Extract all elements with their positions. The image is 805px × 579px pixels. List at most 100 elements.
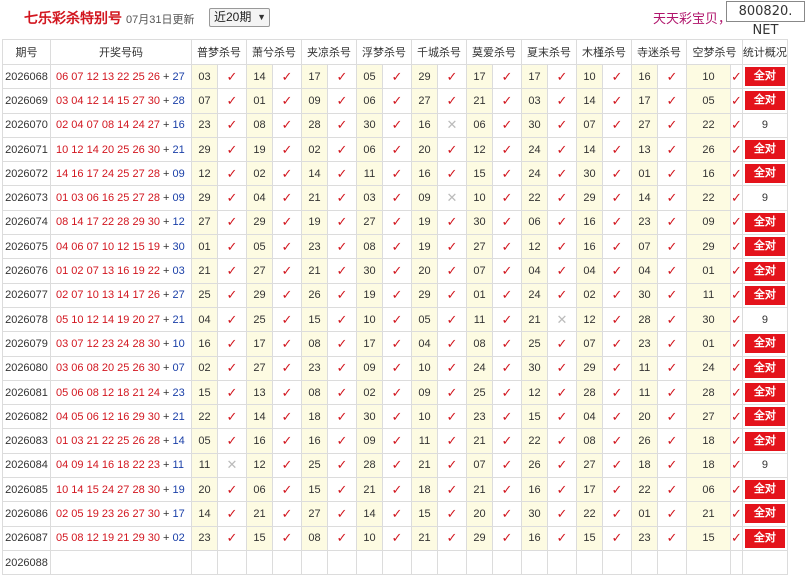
check-icon: ✓ (382, 112, 412, 138)
kill-number: 15 (686, 525, 731, 551)
check-icon: ✓ (492, 209, 522, 236)
all-correct-badge: 全对 (744, 528, 785, 548)
kill-number: 20 (411, 258, 438, 284)
slogan-link[interactable]: 天天彩宝贝， (653, 8, 731, 27)
check-icon: ✓ (272, 161, 302, 187)
issue-number: 2026085 (2, 477, 51, 503)
plus-sign: + (159, 483, 173, 496)
check-icon: ✓ (657, 282, 687, 308)
special-number: 14 (172, 435, 185, 448)
all-correct-badge: 全对 (744, 212, 785, 232)
kill-number: 15 (191, 379, 218, 406)
draw-numbers: 02 04 07 08 14 24 27 + 16 (50, 112, 192, 138)
stat-cell: 全对 (741, 477, 788, 503)
current-kill-number: 17 (191, 549, 218, 576)
range-select[interactable]: 近20期 ▼ (209, 8, 270, 27)
kill-number: 21 (411, 452, 438, 479)
issue-number: 2026070 (2, 112, 51, 138)
range-select-value: 近20期 (214, 10, 252, 24)
empty-cell (730, 549, 743, 576)
draw-numbers: 06 07 12 13 22 25 26 + 27 (50, 63, 192, 90)
kill-number: 02 (356, 379, 383, 406)
draw-numbers: 05 08 12 19 21 29 30 + 02 (50, 525, 192, 551)
check-icon: ✓ (217, 525, 247, 551)
kill-number: 09 (411, 379, 438, 406)
kill-number: 10 (411, 404, 438, 430)
special-number: 21 (172, 313, 185, 326)
kill-number: 16 (631, 63, 658, 90)
kill-number: 18 (631, 452, 658, 479)
all-correct-badge: 全对 (744, 285, 785, 305)
check-icon: ✓ (547, 452, 577, 479)
kill-number: 29 (576, 355, 603, 381)
check-icon: ✓ (272, 306, 302, 333)
kill-number: 22 (191, 404, 218, 430)
check-icon: ✓ (602, 63, 632, 90)
check-icon: ✓ (547, 209, 577, 236)
cross-icon: ✕ (437, 185, 467, 211)
stat-cell: 全对 (741, 258, 788, 284)
kill-number: 29 (466, 525, 493, 551)
kill-number: 15 (521, 404, 548, 430)
kill-number: 12 (521, 379, 548, 406)
check-icon: ✓ (492, 501, 522, 527)
current-kill-label: 当前期杀号 (50, 549, 192, 576)
regular-numbers: 10 12 14 20 25 26 30 (56, 143, 160, 156)
kill-number: 05 (686, 88, 731, 114)
draw-numbers: 04 09 14 16 18 22 23 + 11 (50, 452, 192, 479)
kill-number: 04 (521, 258, 548, 284)
stat-cell: 9 (741, 185, 788, 211)
issue-number: 2026075 (2, 234, 51, 260)
check-icon: ✓ (272, 209, 302, 236)
kill-number: 21 (301, 258, 328, 284)
check-icon: ✓ (272, 452, 302, 479)
check-icon: ✓ (217, 63, 247, 90)
kill-number: 22 (576, 501, 603, 527)
kill-number: 05 (356, 63, 383, 90)
table-row: 2026076 01 02 07 13 16 19 22 + 03 21 ✓ 27 ✓ 21… (2, 258, 788, 284)
check-icon: ✓ (657, 452, 687, 479)
issue-number: 2026081 (2, 379, 51, 406)
draw-numbers: 03 06 08 20 25 26 30 + 07 (50, 355, 192, 381)
check-icon: ✓ (657, 136, 687, 163)
issue-number: 2026071 (2, 136, 51, 163)
kill-number: 24 (521, 161, 548, 187)
kill-number: 02 (301, 136, 328, 163)
hit-count: 9 (761, 119, 768, 132)
cross-icon: ✕ (217, 452, 247, 479)
kill-number: 21 (356, 477, 383, 503)
plus-sign: + (159, 216, 173, 229)
kill-number: 11 (466, 306, 493, 333)
draw-numbers: 10 12 14 20 25 26 30 + 21 (50, 136, 192, 163)
kill-number: 16 (686, 161, 731, 187)
check-icon: ✓ (437, 258, 467, 284)
current-kill-number: 15 (466, 549, 493, 576)
check-icon: ✓ (382, 185, 412, 211)
regular-numbers: 10 14 15 24 27 28 30 (56, 483, 160, 496)
kill-number: 09 (301, 88, 328, 114)
column-header: 寺迷杀号 (631, 39, 687, 65)
stat-cell: 全对 (741, 355, 788, 381)
kill-number: 04 (576, 258, 603, 284)
kill-number: 11 (191, 452, 218, 479)
current-kill-number: 08 (521, 549, 548, 576)
special-number: 09 (172, 192, 185, 205)
check-icon: ✓ (602, 452, 632, 479)
kill-number: 23 (631, 331, 658, 357)
check-icon: ✓ (547, 379, 577, 406)
column-header: 浮梦杀号 (356, 39, 412, 65)
check-icon: ✓ (382, 209, 412, 236)
check-icon: ✓ (657, 477, 687, 503)
check-icon: ✓ (492, 282, 522, 308)
kill-number: 04 (576, 404, 603, 430)
check-icon: ✓ (272, 379, 302, 406)
check-icon: ✓ (730, 234, 743, 260)
kill-number: 10 (356, 525, 383, 551)
draw-numbers: 04 05 06 12 16 29 30 + 21 (50, 404, 192, 430)
regular-numbers: 08 14 17 22 28 29 30 (56, 216, 160, 229)
table-row: 2026074 08 14 17 22 28 29 30 + 12 27 ✓ 29 ✓ 19… (2, 209, 788, 236)
check-icon: ✓ (730, 452, 743, 479)
kill-number: 14 (246, 404, 273, 430)
kill-number: 09 (356, 428, 383, 454)
check-icon: ✓ (602, 209, 632, 236)
